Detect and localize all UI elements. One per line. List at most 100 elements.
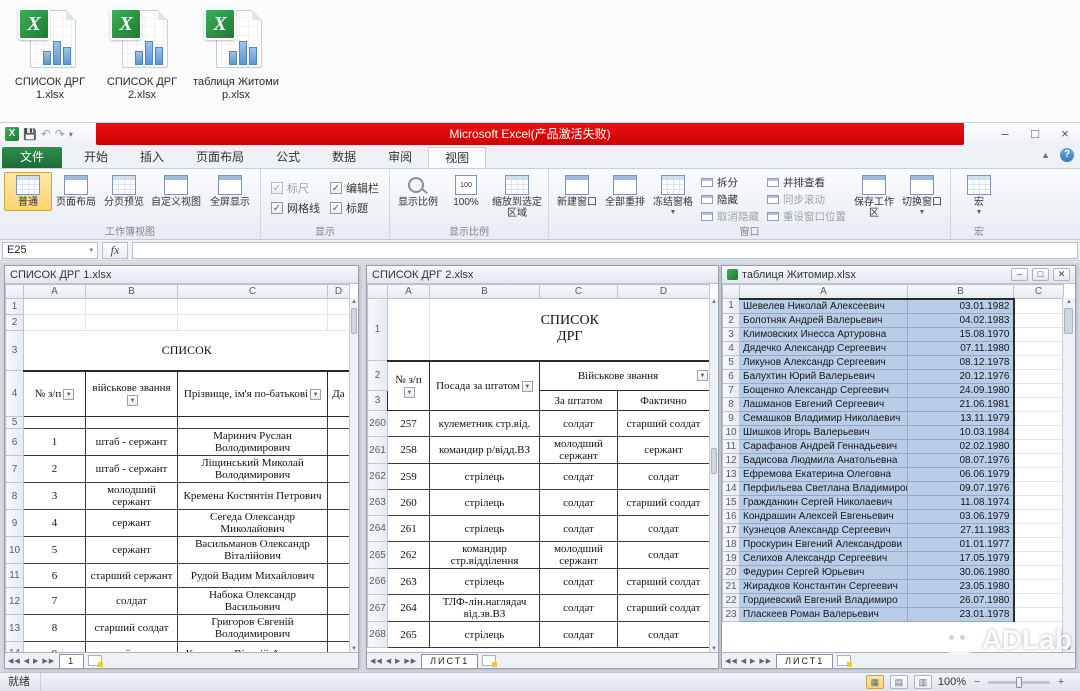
cell[interactable] bbox=[86, 315, 178, 331]
sheet-title-cell[interactable]: СПИСОК bbox=[24, 331, 350, 371]
cell[interactable]: Кондрашин Алексей Евгеньевич bbox=[740, 509, 908, 523]
row-header[interactable]: 7 bbox=[6, 456, 24, 483]
header-cell[interactable]: № з/п▼ bbox=[388, 361, 430, 411]
row-header[interactable]: 13 bbox=[6, 615, 24, 642]
cell[interactable]: Климовских Инесса Артуровна bbox=[740, 327, 908, 341]
cell[interactable]: Ефремова Екатерина Олеговна bbox=[740, 467, 908, 481]
cell[interactable]: сержант bbox=[86, 510, 178, 537]
cell[interactable]: штаб - сержант bbox=[86, 429, 178, 456]
row-header[interactable]: 12 bbox=[723, 453, 740, 467]
new-window-button[interactable]: 新建窗口 bbox=[553, 172, 601, 211]
cell[interactable]: 4 bbox=[24, 510, 86, 537]
cell[interactable]: солдат bbox=[540, 622, 618, 648]
cell[interactable]: 01.01.1977 bbox=[908, 537, 1014, 551]
row-header[interactable]: 4 bbox=[6, 371, 24, 417]
cell[interactable]: 07.11.1980 bbox=[908, 341, 1014, 355]
name-box[interactable]: E25▾ bbox=[2, 242, 98, 259]
tab-data[interactable]: 数据 bbox=[316, 147, 372, 168]
tab-view[interactable]: 视图 bbox=[428, 147, 486, 168]
cell[interactable] bbox=[1014, 397, 1064, 411]
cell[interactable]: Набока Олександр Васильович bbox=[178, 588, 328, 615]
cell[interactable]: Гражданкин Сергей Николаевич bbox=[740, 495, 908, 509]
cell[interactable]: 06.06.1979 bbox=[908, 467, 1014, 481]
cell[interactable]: солдат bbox=[618, 622, 710, 648]
cell[interactable]: штаб - сержант bbox=[86, 456, 178, 483]
page-layout-view-button[interactable]: 页面布局 bbox=[52, 172, 100, 211]
cell[interactable]: 261 bbox=[388, 516, 430, 542]
cell[interactable] bbox=[1014, 551, 1064, 565]
cell[interactable] bbox=[328, 615, 350, 642]
save-workspace-button[interactable]: 保存工作区 bbox=[850, 172, 898, 222]
row-header[interactable]: 265 bbox=[368, 542, 388, 569]
cell[interactable]: 259 bbox=[388, 464, 430, 490]
cell[interactable] bbox=[328, 510, 350, 537]
cell[interactable]: 3 bbox=[24, 483, 86, 510]
tab-home[interactable]: 开始 bbox=[68, 147, 124, 168]
cell[interactable]: 7 bbox=[24, 588, 86, 615]
child-window-title-bar[interactable]: таблиця Житомир.xlsx – □ ✕ bbox=[722, 266, 1075, 284]
cell[interactable] bbox=[1014, 313, 1064, 327]
cell[interactable]: солдат bbox=[540, 490, 618, 516]
excel-app-icon[interactable]: X bbox=[5, 127, 19, 141]
cell[interactable]: Проскурин Евгений Александрови bbox=[740, 537, 908, 551]
cell[interactable] bbox=[388, 299, 430, 361]
cell[interactable]: молодший сержант bbox=[86, 483, 178, 510]
filter-icon[interactable]: ▼ bbox=[310, 389, 321, 400]
select-all-corner[interactable] bbox=[723, 285, 740, 299]
zoom-slider[interactable] bbox=[988, 681, 1050, 684]
zoom-100-button[interactable]: 100 100% bbox=[442, 172, 490, 211]
cell[interactable]: Дядечко Александр Сергеевич bbox=[740, 341, 908, 355]
cell[interactable]: Жирадков Константин Сергеевич bbox=[740, 579, 908, 593]
cell[interactable]: солдат bbox=[540, 595, 618, 622]
close-button[interactable]: × bbox=[1050, 124, 1080, 144]
header-cell[interactable]: Да bbox=[328, 371, 350, 417]
zoom-slider-thumb[interactable] bbox=[1016, 677, 1022, 688]
header-cell[interactable]: За штатом bbox=[540, 391, 618, 411]
child-window-spysok1[interactable]: СПИСОК ДРГ 1.xlsx A B C D 1 2 bbox=[4, 265, 359, 669]
cell[interactable] bbox=[1014, 425, 1064, 439]
tab-formulas[interactable]: 公式 bbox=[260, 147, 316, 168]
column-header[interactable]: B bbox=[86, 285, 178, 299]
filter-icon[interactable]: ▼ bbox=[127, 395, 138, 406]
tab-review[interactable]: 审阅 bbox=[372, 147, 428, 168]
cell[interactable]: Балухтин Юрий Валерьевич bbox=[740, 369, 908, 383]
cell[interactable]: 20.12.1976 bbox=[908, 369, 1014, 383]
save-icon[interactable]: 💾 bbox=[23, 128, 37, 141]
freeze-panes-button[interactable]: 冻结窗格 ▼ bbox=[649, 172, 697, 219]
cell[interactable] bbox=[1014, 495, 1064, 509]
row-header[interactable]: 2 bbox=[723, 313, 740, 327]
column-header[interactable]: D bbox=[328, 285, 350, 299]
cell[interactable] bbox=[1014, 607, 1064, 621]
cell[interactable]: Селихов Александр Сергеевич bbox=[740, 551, 908, 565]
split-button[interactable]: 拆分 bbox=[701, 175, 759, 190]
switch-windows-button[interactable]: 切换窗口 ▼ bbox=[898, 172, 946, 219]
page-break-preview-button[interactable]: 分页预览 bbox=[100, 172, 148, 211]
row-header[interactable]: 11 bbox=[723, 439, 740, 453]
cell[interactable] bbox=[1014, 369, 1064, 383]
cell[interactable]: 257 bbox=[388, 411, 430, 437]
cell[interactable]: Шевелев Николай Алексеевич bbox=[740, 299, 908, 314]
desktop-icon-spysok2[interactable]: X СПИСОК ДРГ 2.xlsx bbox=[94, 8, 190, 102]
redo-icon[interactable]: ↷ bbox=[55, 127, 65, 141]
gridlines-checkbox[interactable]: ✓ 网格线 bbox=[271, 200, 320, 216]
row-header[interactable]: 260 bbox=[368, 411, 388, 437]
child-window-title-bar[interactable]: СПИСОК ДРГ 1.xlsx bbox=[5, 266, 358, 284]
cell[interactable]: Бощенко Александр Сергеевич bbox=[740, 383, 908, 397]
cell[interactable]: 1 bbox=[24, 429, 86, 456]
cell[interactable]: Григоров Євгеній Володимирович bbox=[178, 615, 328, 642]
unhide-button[interactable]: 取消隐藏 bbox=[701, 209, 759, 224]
cell[interactable] bbox=[24, 417, 86, 429]
cell[interactable]: 5 bbox=[24, 537, 86, 564]
cell[interactable]: солдат bbox=[540, 464, 618, 490]
undo-icon[interactable]: ↶ bbox=[41, 127, 51, 141]
cell[interactable]: командир р/відд.ВЗ bbox=[430, 437, 540, 464]
sheet-title-cell[interactable]: СПИСОКДРГ bbox=[430, 299, 710, 361]
header-cell[interactable]: Посада за штатом▼ bbox=[430, 361, 540, 411]
cell[interactable]: 21.06.1981 bbox=[908, 397, 1014, 411]
ruler-checkbox[interactable]: ✓ 标尺 bbox=[271, 180, 320, 196]
select-all-corner[interactable] bbox=[368, 285, 388, 299]
desktop-icon-spysok1[interactable]: X СПИСОК ДРГ 1.xlsx bbox=[2, 8, 98, 102]
header-cell[interactable]: Військове звання▼ bbox=[540, 361, 710, 391]
cell[interactable]: старший солдат bbox=[618, 595, 710, 622]
minimize-button[interactable]: – bbox=[990, 124, 1020, 144]
